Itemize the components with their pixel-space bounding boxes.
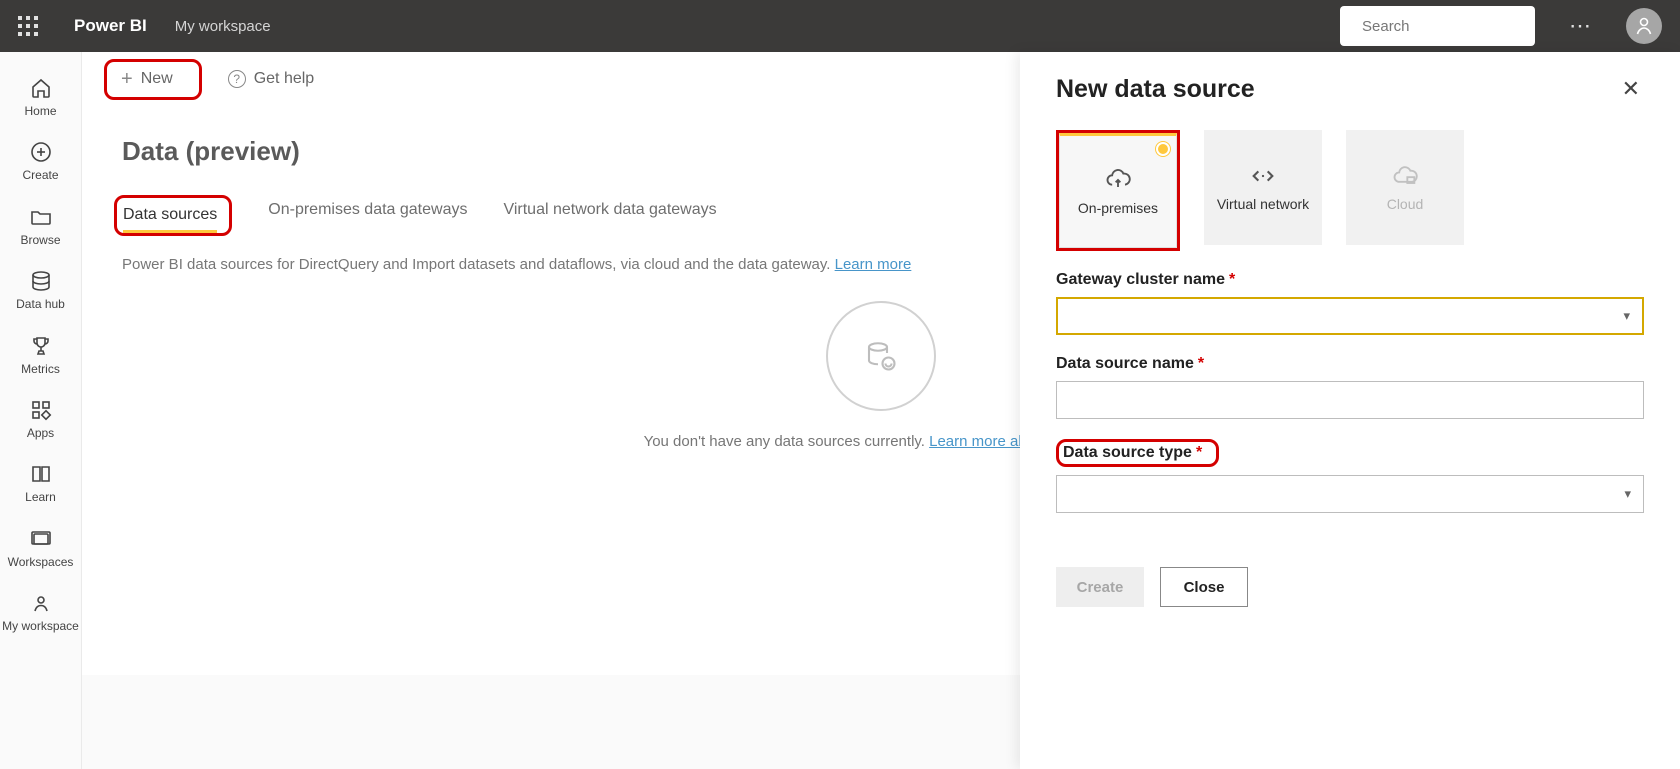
sidebar-item-metrics[interactable]: Metrics — [0, 324, 81, 388]
sidebar-item-create[interactable]: Create — [0, 130, 81, 194]
learn-more-link[interactable]: Learn more — [835, 256, 912, 273]
search-input[interactable] — [1362, 18, 1561, 35]
selected-radio-dot — [1156, 142, 1170, 156]
app-launcher-icon[interactable] — [18, 16, 38, 36]
data-source-name-label: Data source name — [1056, 355, 1194, 373]
type-tile-on-premises[interactable]: On-premises — [1059, 133, 1177, 248]
form-group-data-source-name: Data source name* — [1056, 355, 1644, 419]
book-icon — [29, 462, 53, 486]
tab-virtual-network-gateways[interactable]: Virtual network data gateways — [503, 195, 716, 236]
person-icon — [1632, 14, 1656, 38]
form-group-gateway-cluster: Gateway cluster name* ▾ — [1056, 271, 1644, 335]
new-button[interactable]: + New — [113, 64, 181, 95]
new-data-source-panel: New data source ✕ On-premises Virtual ne… — [1020, 52, 1680, 769]
more-options-icon[interactable]: ⋯ — [1569, 13, 1592, 39]
network-icon — [1249, 162, 1277, 190]
data-source-type-label: Data source type — [1063, 444, 1192, 462]
create-button[interactable]: Create — [1056, 567, 1144, 607]
highlight-data-sources-tab: Data sources — [114, 195, 232, 236]
sidebar-item-my-workspace[interactable]: My workspace — [0, 581, 81, 645]
empty-state-text: You don't have any data sources currentl… — [644, 433, 930, 450]
gateway-cluster-select[interactable]: ▾ — [1056, 297, 1644, 335]
get-help-label: Get help — [254, 70, 314, 88]
chevron-down-icon: ▾ — [1624, 486, 1631, 502]
workspace-name: My workspace — [175, 18, 271, 35]
type-tile-label: Cloud — [1387, 196, 1424, 213]
home-icon — [29, 76, 53, 100]
database-icon — [29, 269, 53, 293]
tab-data-sources[interactable]: Data sources — [123, 200, 217, 233]
empty-state-circle-icon — [826, 301, 936, 411]
type-tile-cloud[interactable]: Cloud — [1346, 130, 1464, 245]
trophy-icon — [29, 334, 53, 358]
cloud-icon — [1391, 162, 1419, 190]
left-sidebar: Home Create Browse Data hub Metrics Apps… — [0, 52, 82, 769]
plus-icon: + — [121, 68, 133, 91]
panel-close-button[interactable]: ✕ — [1618, 72, 1644, 106]
app-header: Power BI My workspace ⋯ — [0, 0, 1680, 52]
folder-icon — [29, 205, 53, 229]
user-avatar[interactable] — [1626, 8, 1662, 44]
highlight-new-button: + New — [104, 59, 202, 100]
search-box[interactable] — [1340, 6, 1535, 46]
sidebar-item-workspaces[interactable]: Workspaces — [0, 517, 81, 581]
source-type-tiles: On-premises Virtual network Cloud — [1056, 130, 1644, 251]
sidebar-item-home[interactable]: Home — [0, 66, 81, 130]
type-tile-virtual-network[interactable]: Virtual network — [1204, 130, 1322, 245]
plus-circle-icon — [29, 140, 53, 164]
type-tile-label: Virtual network — [1217, 196, 1309, 213]
workspaces-icon — [29, 527, 53, 551]
panel-actions: Create Close — [1056, 567, 1644, 607]
chevron-down-icon: ▾ — [1623, 308, 1630, 324]
database-link-icon — [863, 338, 899, 374]
sidebar-item-data-hub[interactable]: Data hub — [0, 259, 81, 323]
tab-on-premises-gateways[interactable]: On-premises data gateways — [268, 195, 467, 236]
help-circle-icon: ? — [228, 70, 246, 88]
gateway-cluster-label: Gateway cluster name — [1056, 271, 1225, 289]
type-tile-label: On-premises — [1078, 200, 1158, 217]
data-source-name-input[interactable] — [1056, 381, 1644, 419]
sidebar-item-apps[interactable]: Apps — [0, 388, 81, 452]
get-help-button[interactable]: ? Get help — [220, 66, 322, 92]
cloud-sync-icon — [1104, 166, 1132, 194]
person-icon — [29, 591, 53, 615]
close-icon: ✕ — [1622, 76, 1640, 101]
new-button-label: New — [141, 70, 173, 88]
form-group-data-source-type: Data source type* ▾ — [1056, 439, 1644, 513]
sidebar-item-learn[interactable]: Learn — [0, 452, 81, 516]
panel-title: New data source — [1056, 75, 1255, 104]
highlight-data-source-type-label: Data source type* — [1056, 439, 1219, 467]
apps-icon — [29, 398, 53, 422]
highlight-on-premises-tile: On-premises — [1056, 130, 1180, 251]
product-name: Power BI — [74, 16, 147, 36]
sidebar-item-browse[interactable]: Browse — [0, 195, 81, 259]
data-source-type-select[interactable]: ▾ — [1056, 475, 1644, 513]
close-button[interactable]: Close — [1160, 567, 1248, 607]
